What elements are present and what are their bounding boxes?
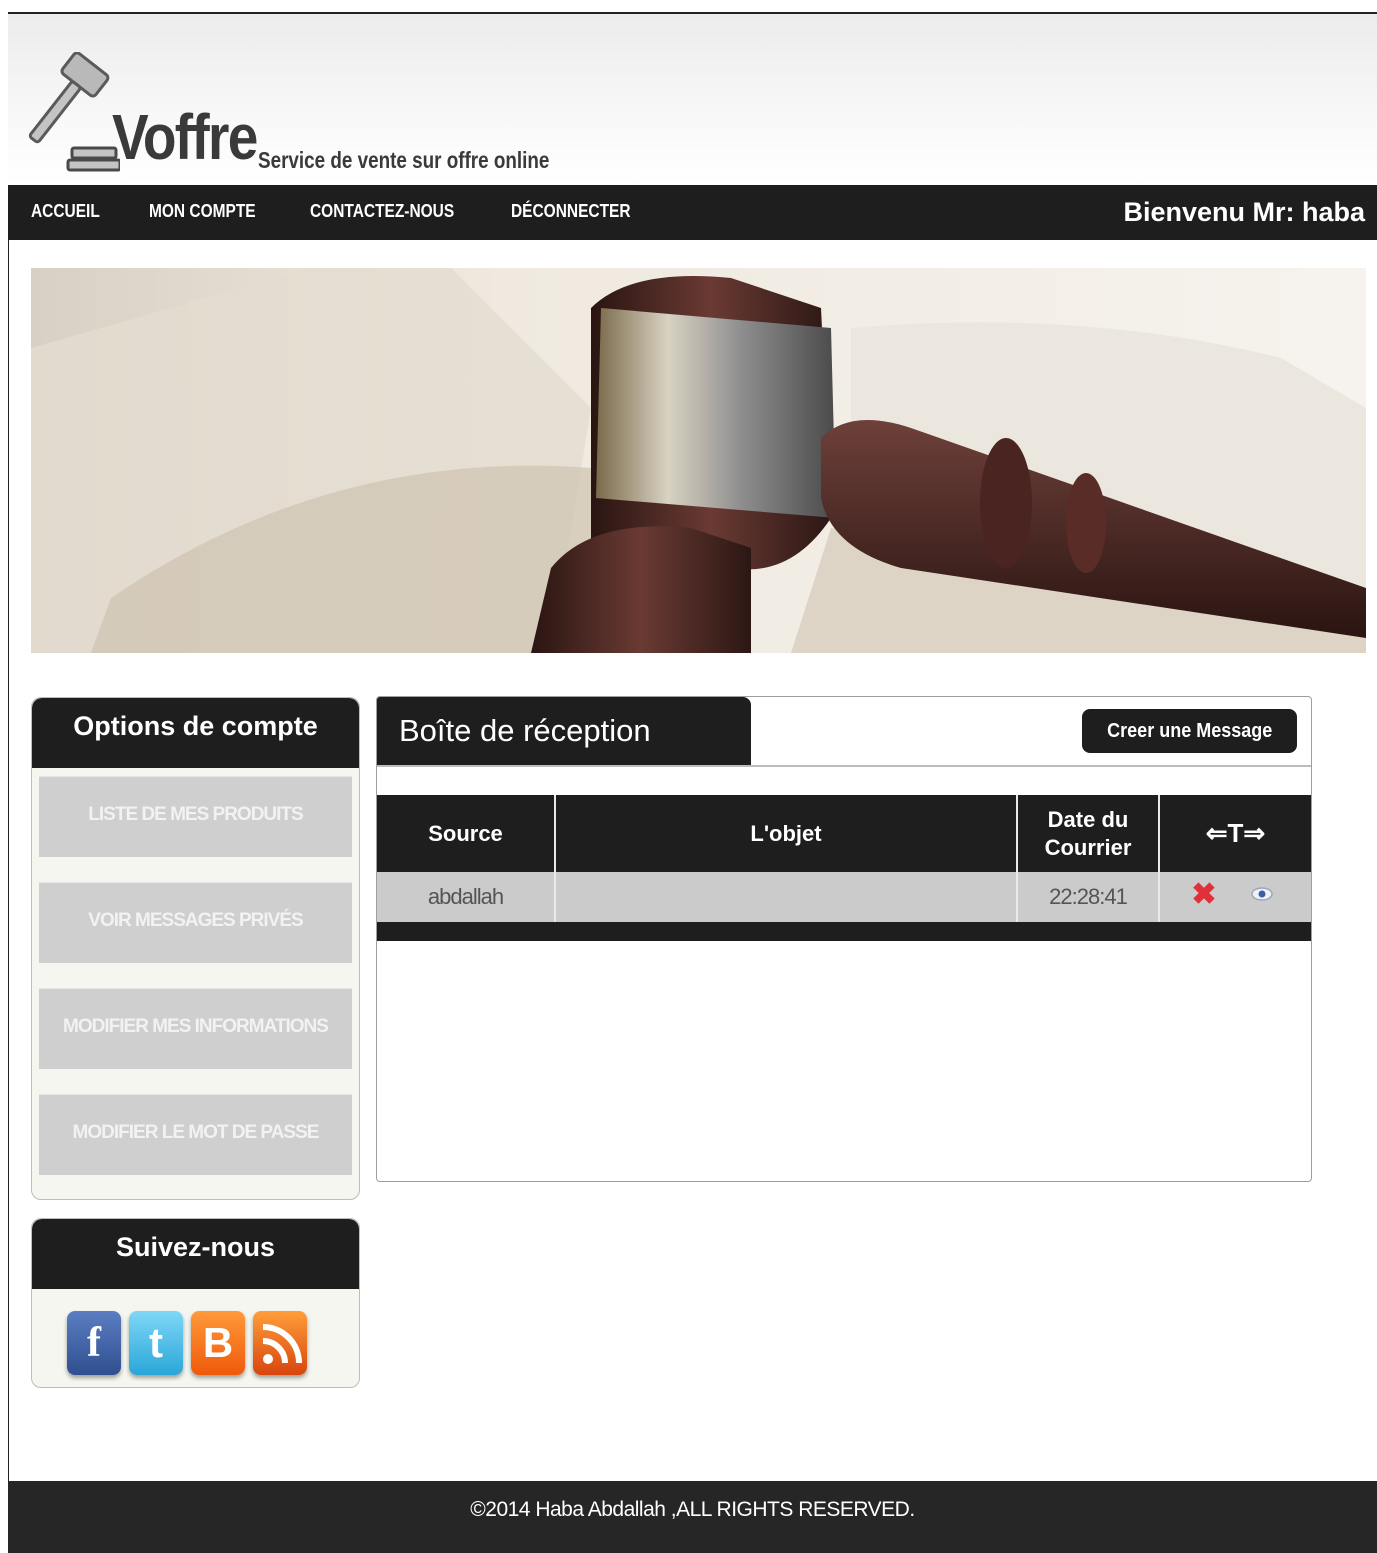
inbox-table-header: Source L'objet Date du Courrier ⇐T⇒ [377, 795, 1311, 872]
column-actions: ⇐T⇒ [1205, 818, 1266, 849]
table-row[interactable]: abdallah 22:28:41 ✖ [377, 872, 1311, 922]
table-footer-bar [377, 922, 1311, 941]
divider [377, 765, 1311, 767]
inbox-panel: Boîte de réception Creer une Message Sou… [376, 696, 1312, 1182]
column-date: Date du Courrier [1018, 795, 1158, 872]
column-date-line2: Courrier [1044, 834, 1132, 860]
copyright-text: ©2014 Haba Abdallah ,ALL RIGHTS RESERVED… [470, 1498, 915, 1521]
divider [1158, 795, 1160, 922]
column-date-line1: Date du [1047, 807, 1129, 832]
column-object: L'objet [750, 820, 822, 846]
rss-icon[interactable] [253, 1311, 307, 1375]
delete-icon[interactable]: ✖ [1189, 872, 1219, 922]
nav-item-mon-compte[interactable]: MON COMPTE [149, 201, 256, 222]
site-header: Voffre Service de vente sur offre online [8, 14, 1377, 185]
nav-item-deconnecter[interactable]: DÉCONNECTER [511, 201, 631, 222]
row-source: abdallah [427, 884, 504, 909]
account-options-panel: Options de compte LISTE DE MES PRODUITS … [31, 697, 360, 1200]
brand-tagline: Service de vente sur offre online [258, 147, 550, 173]
blogger-icon[interactable]: B [191, 1311, 245, 1375]
row-date: 22:28:41 [1049, 884, 1128, 909]
divider [554, 795, 556, 922]
top-nav: ACCUEIL MON COMPTE CONTACTEZ-NOUS DÉCONN… [8, 185, 1377, 240]
hero-banner-gavel-image [31, 268, 1366, 653]
column-source: Source [428, 820, 503, 846]
gavel-logo-icon [28, 52, 120, 172]
nav-item-contactez-nous[interactable]: CONTACTEZ-NOUS [310, 201, 454, 222]
follow-us-panel: Suivez-nous f t B [31, 1218, 360, 1388]
create-message-label: Creer une Message [1106, 720, 1272, 742]
private-messages-button[interactable]: VOIR MESSAGES PRIVÉS [39, 882, 352, 963]
nav-item-accueil[interactable]: ACCUEIL [31, 201, 100, 222]
follow-us-title: Suivez-nous [32, 1219, 359, 1289]
twitter-icon[interactable]: t [129, 1311, 183, 1375]
welcome-text: Bienvenu Mr: haba [1123, 197, 1365, 227]
create-message-button[interactable]: Creer une Message [1081, 709, 1297, 753]
edit-information-button[interactable]: MODIFIER MES INFORMATIONS [39, 988, 352, 1069]
account-options-title: Options de compte [32, 698, 359, 768]
site-footer: ©2014 Haba Abdallah ,ALL RIGHTS RESERVED… [8, 1481, 1377, 1553]
facebook-icon[interactable]: f [67, 1311, 121, 1375]
view-eye-icon[interactable] [1247, 872, 1277, 922]
divider [1016, 795, 1018, 922]
brand-name: Voffre [112, 101, 258, 173]
row-object [556, 872, 1016, 922]
inbox-title: Boîte de réception [377, 697, 751, 765]
list-products-button[interactable]: LISTE DE MES PRODUITS [39, 776, 352, 857]
change-password-button[interactable]: MODIFIER LE MOT DE PASSE [39, 1094, 352, 1175]
